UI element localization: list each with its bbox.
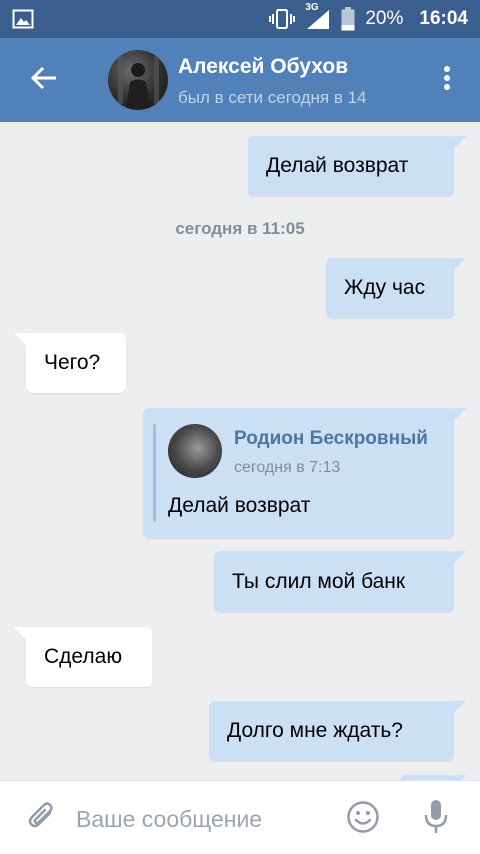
date-separator: сегодня в 11:05 (175, 219, 305, 238)
battery-icon (341, 7, 355, 31)
message-text: Чего? (44, 351, 101, 374)
forwarded-message-bubble[interactable]: Родион Бескровный сегодня в 7:13 Делай в… (143, 408, 466, 538)
signal-icon: 3G (305, 2, 331, 30)
message-text: Делай возврат (266, 154, 409, 177)
message-text: Сделаю (44, 645, 123, 668)
voice-message-button[interactable] (416, 798, 456, 840)
forward-message-text: Делай возврат (168, 494, 311, 517)
forward-timestamp: сегодня в 7:13 (234, 459, 341, 476)
forward-avatar[interactable] (168, 424, 222, 478)
message-bubble-outgoing[interactable]: Ты слил мой банк (214, 551, 466, 612)
message-text: Жду час (344, 276, 426, 299)
forward-quote-bar (153, 424, 156, 522)
contact-name[interactable]: Алексей Обухов (178, 55, 348, 79)
compose-bar (0, 780, 480, 854)
message-input[interactable] (74, 799, 328, 839)
message-bubble-incoming[interactable]: Чего? (14, 333, 126, 393)
chat-header: Алексей Обухов был в сети сегодня в 14 (0, 38, 480, 122)
microphone-icon (423, 798, 449, 841)
emoji-button[interactable] (342, 798, 384, 840)
message-text: Долго мне ждать? (227, 719, 403, 742)
forward-sender-name[interactable]: Родион Бескровный (234, 428, 428, 450)
avatar[interactable] (108, 50, 168, 110)
status-time: 16:04 (419, 8, 468, 29)
more-options-button[interactable] (430, 60, 464, 100)
back-button[interactable] (22, 58, 66, 102)
message-list[interactable]: Делай возврат сегодня в 11:05 Жду час Че… (0, 122, 480, 780)
attach-button[interactable] (22, 798, 62, 838)
status-bar: 3G 20% 16:04 (0, 0, 480, 38)
more-vertical-icon (443, 65, 451, 96)
message-bubble-incoming[interactable]: Сделаю (14, 627, 152, 687)
emoji-icon (346, 800, 380, 839)
image-icon (12, 9, 34, 29)
attach-icon (28, 799, 56, 838)
vibrate-icon (269, 8, 296, 30)
message-bubble-outgoing[interactable]: Жду час (326, 258, 466, 318)
back-arrow-icon (30, 66, 58, 95)
message-text: Ты слил мой банк (232, 569, 406, 593)
message-bubble-outgoing[interactable]: Делай возврат (248, 136, 466, 196)
message-bubble-outgoing[interactable]: Долго мне ждать? (209, 701, 466, 761)
battery-percent: 20% (365, 8, 404, 29)
last-seen-status: был в сети сегодня в 14 (178, 88, 367, 107)
app-window: 3G 20% 16:04 Алексей Обухов был в сети с… (0, 0, 480, 854)
network-type-label: 3G (305, 2, 319, 13)
